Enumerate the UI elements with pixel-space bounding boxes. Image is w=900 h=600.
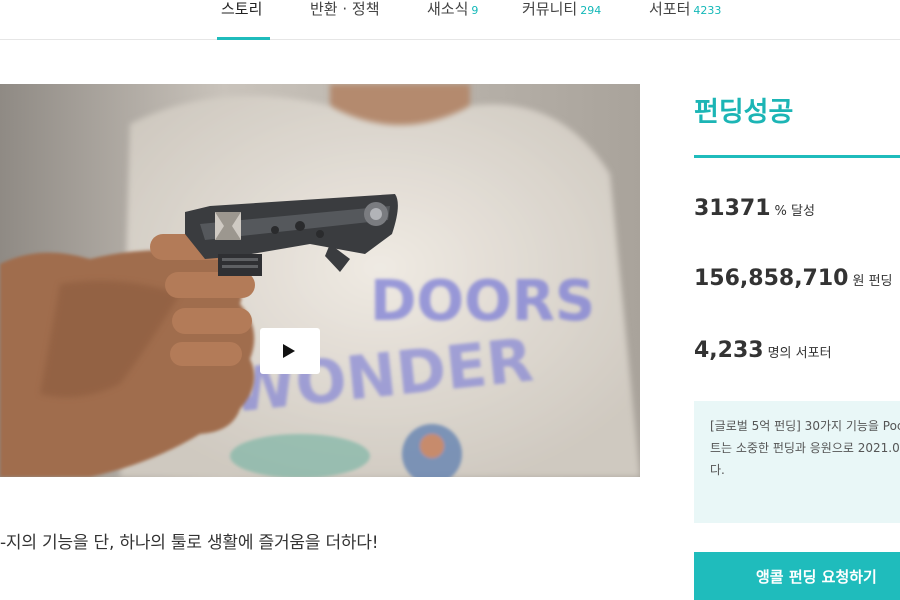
tab-supporters[interactable]: 서포터 4233 <box>649 0 739 40</box>
supporter-count-unit: 명의 서포터 <box>767 346 832 361</box>
encore-funding-request-button[interactable]: 앵콜 펀딩 요청하기 <box>694 552 900 600</box>
achievement-rate-unit: % 달성 <box>774 204 815 219</box>
tab-news-count: 9 <box>471 4 479 17</box>
tab-news-label: 새소식 <box>427 0 469 18</box>
active-tab-indicator <box>217 37 270 40</box>
funding-amount: 156,858,710 원 펀딩 <box>694 266 893 291</box>
tab-community-label: 커뮤니티 <box>522 0 578 18</box>
play-icon <box>283 344 295 358</box>
tab-story-label: 스토리 <box>221 0 263 18</box>
funding-amount-unit: 원 펀딩 <box>852 274 893 289</box>
success-notice-box: [글로벌 5억 펀딩] 30가지 기능을 PockeTool 2.0 프로젝트는… <box>694 401 900 523</box>
story-video[interactable]: DOORS WONDER <box>0 84 640 477</box>
shirt-text-top: DOORS <box>370 269 595 334</box>
supporter-count: 4,233 명의 서포터 <box>694 338 832 363</box>
supporter-count-value: 4,233 <box>694 338 764 363</box>
tab-refund-policy[interactable]: 반환 · 정책 <box>310 0 390 40</box>
tab-supporters-label: 서포터 <box>649 0 691 18</box>
video-thumbnail: DOORS WONDER <box>0 84 640 477</box>
tab-news[interactable]: 새소식 9 <box>427 0 487 40</box>
tab-community-count: 294 <box>580 4 602 17</box>
funding-amount-value: 156,858,710 <box>694 266 849 291</box>
achievement-rate-value: 31371 <box>694 196 771 221</box>
project-tab-nav: 스토리 반환 · 정책 새소식 9 커뮤니티 294 서포터 4233 <box>0 0 900 40</box>
tab-refund-policy-label: 반환 · 정책 <box>310 0 380 18</box>
tab-community[interactable]: 커뮤니티 294 <box>522 0 612 40</box>
funding-status: 펀딩성공 <box>694 97 794 128</box>
play-button[interactable] <box>260 328 320 374</box>
success-notice-text: [글로벌 5억 펀딩] 30가지 기능을 PockeTool 2.0 프로젝트는… <box>710 419 900 477</box>
tab-supporters-count: 4233 <box>693 4 722 17</box>
tab-story[interactable]: 스토리 <box>217 0 270 40</box>
achievement-rate: 31371% 달성 <box>694 196 815 221</box>
project-tagline: -지의 기능을 단, 하나의 툴로 생활에 즐거움을 더하다! <box>0 533 379 553</box>
status-divider <box>694 155 900 158</box>
